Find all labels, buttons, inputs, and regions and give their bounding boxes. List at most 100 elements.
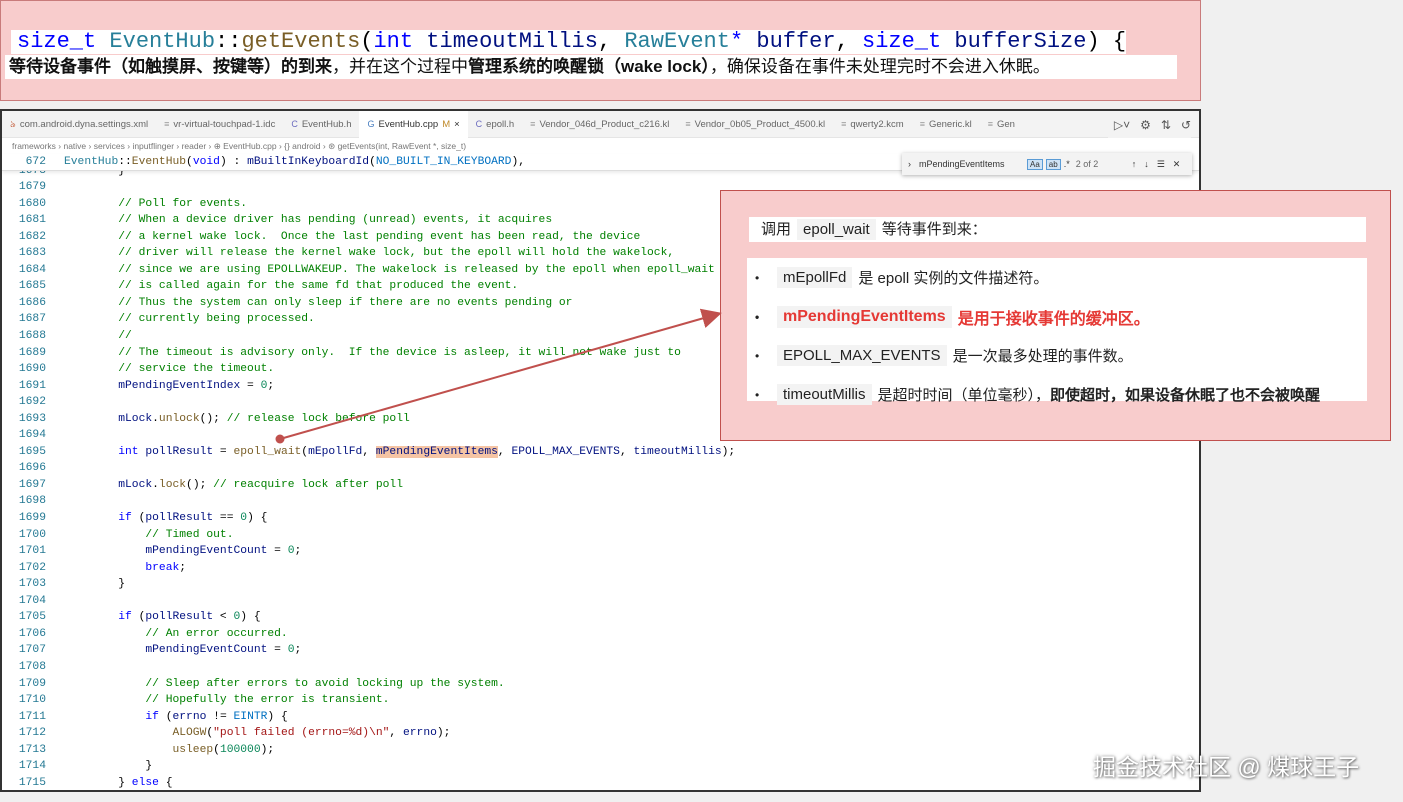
tab-vendor-0b05-product-4500-kl[interactable]: ≡ Vendor_0b05_Product_4500.kl xyxy=(677,111,833,138)
gear-icon[interactable]: ⚙ xyxy=(1140,118,1151,132)
code-token: if xyxy=(64,512,132,525)
tab-eventhub-cpp[interactable]: G EventHub.cpp M × xyxy=(359,111,468,138)
line-number: 1702 xyxy=(18,561,46,574)
code-token: // driver will release the kernel wake l… xyxy=(64,247,675,260)
code-token: else xyxy=(131,776,159,789)
code-token: pollResult xyxy=(145,512,214,525)
close-icon[interactable]: ✕ xyxy=(1173,159,1181,170)
code-token: 100000 xyxy=(219,743,261,756)
file-lines-icon: ≡ xyxy=(987,119,993,129)
code-token: mLock xyxy=(64,412,153,425)
callout-text: 调用 xyxy=(761,221,792,238)
code-token: ; xyxy=(294,545,302,558)
tab-qwerty2-kcm[interactable]: ≡ qwerty2.kcm xyxy=(833,111,912,138)
code-line[interactable]: 1703 } xyxy=(2,576,1199,593)
tab-label: qwerty2.kcm xyxy=(850,119,904,130)
code-line[interactable]: 1695 int pollResult = epoll_wait(mEpollF… xyxy=(2,444,1199,461)
code-token: // An error occurred. xyxy=(64,627,288,640)
line-number: 1686 xyxy=(18,296,46,309)
item-text: 是用于接收事件的缓冲区。 xyxy=(957,310,1150,328)
next-match-icon[interactable]: ↓ xyxy=(1144,159,1149,169)
tab-epoll-h[interactable]: Cepoll.h xyxy=(468,111,523,138)
code-line[interactable]: 1701 mPendingEventCount = 0; xyxy=(2,543,1199,560)
code-line[interactable]: 1707 mPendingEventCount = 0; xyxy=(2,642,1199,659)
code-token: // Hopefully the error is transient. xyxy=(64,694,390,707)
find-input[interactable]: mPendingEventItems xyxy=(915,159,1027,169)
history-icon[interactable]: ↺ xyxy=(1181,118,1191,132)
line-text: // Thus the system can only sleep if the… xyxy=(64,295,572,312)
code-token: = xyxy=(267,545,288,558)
line-number: 1681 xyxy=(18,214,46,227)
line-number: 1697 xyxy=(18,478,46,491)
whole-word-toggle[interactable]: ab xyxy=(1045,158,1061,170)
modified-badge: M xyxy=(442,119,451,130)
line-number: 1708 xyxy=(18,660,46,673)
file-lines-icon: ≡ xyxy=(164,119,170,129)
inline-code: EPOLL_MAX_EVENTS xyxy=(777,345,947,366)
tab-label: Gen xyxy=(997,119,1015,130)
code-token: mLock xyxy=(64,478,153,491)
code-token: // reacquire lock after poll xyxy=(213,478,403,491)
run-icon[interactable]: ▷˅ xyxy=(1114,118,1130,132)
line-number: 1706 xyxy=(18,627,46,640)
code-line[interactable]: 1711 if (errno != EINTR) { xyxy=(2,709,1199,726)
line-number: 1698 xyxy=(18,495,46,508)
code-line[interactable]: 1709 // Sleep after errors to avoid lock… xyxy=(2,676,1199,693)
code-line[interactable]: 1713 usleep(100000); xyxy=(2,742,1199,759)
line-number: 1693 xyxy=(18,412,46,425)
match-case-toggle[interactable]: Aa xyxy=(1027,158,1043,170)
tab-vendor-046d-product-c216-kl[interactable]: ≡ Vendor_046d_Product_c216.kl xyxy=(522,111,677,138)
line-number: 1692 xyxy=(18,396,46,409)
code-line[interactable]: 1699 if (pollResult == 0) { xyxy=(2,510,1199,527)
code-token: ); xyxy=(721,445,736,458)
tab-eventhub-h[interactable]: C EventHub.h xyxy=(283,111,359,138)
line-text: // a kernel wake lock. Once the last pen… xyxy=(64,229,640,246)
code-line[interactable]: 1696 xyxy=(2,460,1199,477)
code-line[interactable]: 1715 } else { xyxy=(2,775,1199,790)
line-number: 1707 xyxy=(18,644,46,657)
line-text: // Timed out. xyxy=(64,527,233,544)
code-token: // is called again for the same fd that … xyxy=(64,280,519,293)
code-token: (); xyxy=(186,478,214,491)
code-line[interactable]: 1714 } xyxy=(2,758,1199,775)
signature-token: , xyxy=(597,29,625,54)
code-line[interactable]: 1706 // An error occurred. xyxy=(2,626,1199,643)
code-token: ( xyxy=(131,611,146,624)
signature-token: , xyxy=(835,29,862,54)
breadcrumb[interactable]: frameworks › native › services › inputfl… xyxy=(12,139,466,153)
tab-vr-virtual-touchpad-1-idc[interactable]: ≡ vr-virtual-touchpad-1.idc xyxy=(156,111,283,138)
code-token: = xyxy=(267,644,288,657)
expand-replace-icon[interactable]: › xyxy=(908,159,911,169)
code-token: ( xyxy=(186,156,193,168)
code-line[interactable]: 1704 xyxy=(2,593,1199,610)
code-line[interactable]: 1698 xyxy=(2,493,1199,510)
line-number: 1709 xyxy=(18,677,46,690)
code-token: lock xyxy=(158,478,187,491)
tab-gen[interactable]: ≡ Gen xyxy=(980,111,1023,138)
code-line[interactable]: 1702 break; xyxy=(2,560,1199,577)
code-token: // Timed out. xyxy=(64,528,234,541)
line-number: 1711 xyxy=(18,710,46,723)
line-text: ALOGW("poll failed (errno=%d)\n", errno)… xyxy=(64,725,450,742)
previous-match-icon[interactable]: ↑ xyxy=(1132,159,1137,169)
code-line[interactable]: 1708 xyxy=(2,659,1199,676)
line-text: if (errno != EINTR) { xyxy=(64,709,287,726)
code-token: ; xyxy=(267,379,275,392)
code-line[interactable]: 1710 // Hopefully the error is transient… xyxy=(2,692,1199,709)
code-line[interactable]: 1697 mLock.lock(); // reacquire lock aft… xyxy=(2,477,1199,494)
line-number: 1704 xyxy=(18,594,46,607)
code-token: ; xyxy=(179,561,187,574)
code-line[interactable]: 1700 // Timed out. xyxy=(2,527,1199,544)
tab-generic-kl[interactable]: ≡ Generic.kl xyxy=(912,111,980,138)
find-in-selection-icon[interactable]: ☰ xyxy=(1157,159,1165,170)
regex-toggle[interactable]: .* xyxy=(1064,159,1070,169)
compare-icon[interactable]: ⇅ xyxy=(1161,118,1171,132)
code-line[interactable]: 1712 ALOGW("poll failed (errno=%d)\n", e… xyxy=(2,725,1199,742)
close-icon[interactable]: × xyxy=(454,111,460,138)
code-token: // Thus the system can only sleep if the… xyxy=(64,296,573,309)
line-text: usleep(100000); xyxy=(64,742,274,759)
code-token: } xyxy=(64,578,126,591)
tab-com-android-dyna-settings-xml[interactable]: ৯ com.android.dyna.settings.xml xyxy=(2,111,156,138)
code-line[interactable]: 1705 if (pollResult < 0) { xyxy=(2,609,1199,626)
code-token: // release lock before poll xyxy=(226,412,410,425)
